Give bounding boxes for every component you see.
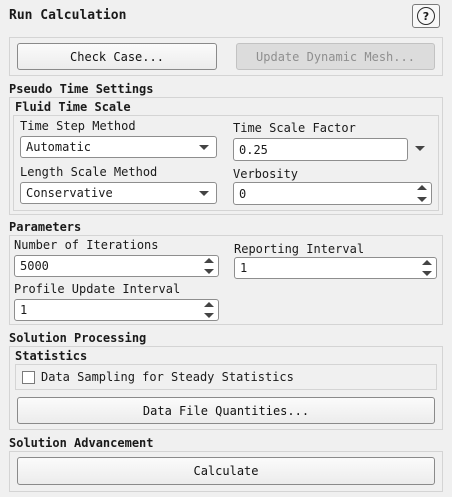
- chevron-down-icon: [199, 145, 209, 150]
- arrow-up-icon[interactable]: [204, 258, 214, 263]
- profile-update-interval-value: 1: [20, 303, 28, 317]
- reporting-interval-spinner[interactable]: 1: [234, 257, 437, 279]
- verbosity-label: Verbosity: [233, 167, 299, 181]
- iterations-stepper[interactable]: [204, 258, 214, 274]
- reporting-interval-stepper[interactable]: [422, 260, 432, 276]
- iterations-spinner[interactable]: 5000: [14, 255, 219, 277]
- pseudo-time-settings-heading: Pseudo Time Settings: [9, 82, 154, 96]
- profile-update-interval-spinner[interactable]: 1: [14, 299, 219, 321]
- verbosity-stepper[interactable]: [417, 185, 427, 202]
- iterations-label: Number of Iterations: [14, 238, 159, 252]
- help-button[interactable]: ?: [412, 4, 440, 28]
- parameters-heading: Parameters: [9, 220, 82, 234]
- profile-update-interval-stepper[interactable]: [204, 302, 214, 318]
- panel-title: Run Calculation: [9, 8, 127, 23]
- arrow-down-icon[interactable]: [422, 271, 432, 276]
- profile-update-interval-label: Profile Update Interval: [14, 282, 181, 296]
- arrow-up-icon[interactable]: [204, 302, 214, 307]
- length-scale-method-value: Conservative: [26, 186, 113, 200]
- arrow-up-icon[interactable]: [422, 260, 432, 265]
- fluid-time-scale-heading: Fluid Time Scale: [15, 100, 131, 114]
- time-step-method-value: Automatic: [26, 140, 92, 154]
- arrow-down-icon[interactable]: [204, 313, 214, 318]
- reporting-interval-value: 1: [240, 261, 248, 275]
- arrow-down-icon[interactable]: [417, 197, 427, 202]
- data-sampling-label[interactable]: Data Sampling for Steady Statistics: [41, 370, 294, 384]
- time-scale-factor-input[interactable]: 0.25: [233, 138, 408, 161]
- verbosity-value: 0: [239, 186, 247, 201]
- length-scale-method-label: Length Scale Method: [20, 165, 158, 179]
- data-file-quantities-button[interactable]: Data File Quantities...: [17, 397, 435, 424]
- length-scale-method-select[interactable]: Conservative: [20, 182, 217, 204]
- time-scale-factor-value: 0.25: [239, 142, 268, 157]
- time-step-method-label: Time Step Method: [20, 119, 136, 133]
- arrow-down-icon[interactable]: [204, 269, 214, 274]
- reporting-interval-label: Reporting Interval: [234, 242, 365, 256]
- chevron-down-icon: [199, 191, 209, 196]
- data-sampling-checkbox[interactable]: [22, 371, 35, 384]
- check-case-button[interactable]: Check Case...: [17, 43, 217, 70]
- time-scale-factor-label: Time Scale Factor: [233, 121, 356, 135]
- solution-processing-heading: Solution Processing: [9, 331, 147, 345]
- arrow-up-icon[interactable]: [417, 185, 427, 190]
- statistics-heading: Statistics: [15, 349, 88, 363]
- time-scale-factor-dropdown-icon[interactable]: [415, 146, 425, 151]
- help-icon: ?: [417, 7, 435, 25]
- solution-advancement-heading: Solution Advancement: [9, 436, 154, 450]
- time-step-method-select[interactable]: Automatic: [20, 136, 217, 158]
- calculate-button[interactable]: Calculate: [17, 457, 435, 485]
- verbosity-spinner[interactable]: 0: [233, 182, 432, 205]
- iterations-value: 5000: [20, 259, 49, 273]
- update-dynamic-mesh-button[interactable]: Update Dynamic Mesh...: [236, 43, 435, 70]
